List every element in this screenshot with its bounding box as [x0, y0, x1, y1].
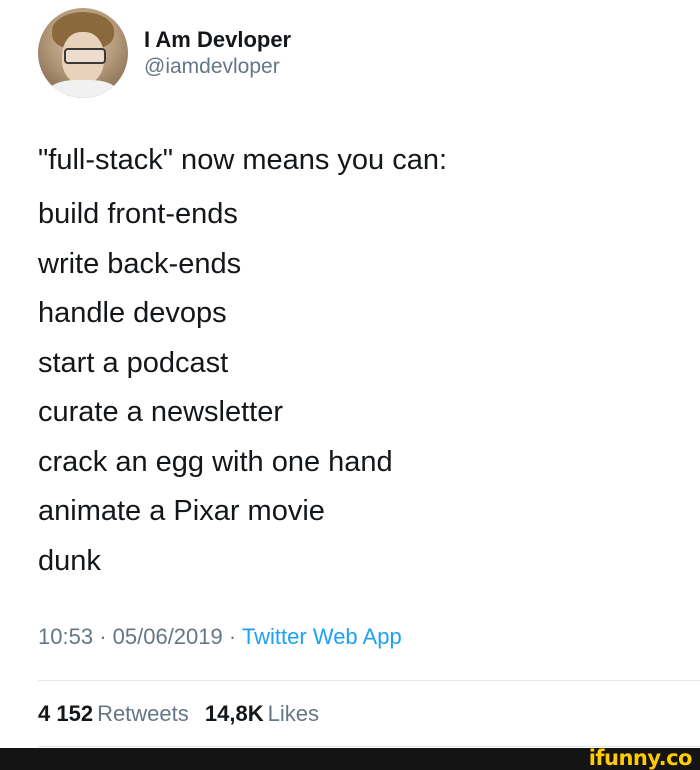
tweet-date[interactable]: 05/06/2019: [113, 624, 223, 649]
avatar[interactable]: [38, 8, 128, 98]
user-handle[interactable]: @iamdevloper: [144, 54, 291, 80]
meta-separator: ·: [228, 624, 237, 649]
tweet-card: I Am Devloper @iamdevloper "full-stack" …: [0, 0, 700, 748]
tweet-text: "full-stack" now means you can: build fr…: [38, 138, 447, 586]
tweet-stats: 4 152 Retweets 14,8K Likes: [38, 699, 329, 729]
tweet-line: animate a Pixar movie: [38, 495, 325, 527]
tweet-line: build front-ends: [38, 198, 238, 230]
tweet-line: curate a newsletter: [38, 396, 284, 428]
tweet-time[interactable]: 10:53: [38, 624, 93, 649]
likes-count[interactable]: 14,8K: [205, 701, 264, 726]
tweet-header: I Am Devloper @iamdevloper: [38, 8, 291, 98]
avatar-body: [48, 80, 118, 98]
tweet-line: handle devops: [38, 297, 227, 329]
tweet-line: start a podcast: [38, 346, 229, 379]
retweets-label[interactable]: Retweets: [97, 701, 189, 726]
avatar-glasses: [64, 48, 106, 64]
display-name[interactable]: I Am Devloper: [144, 26, 291, 54]
likes-label[interactable]: Likes: [268, 701, 319, 726]
meta-separator: ·: [99, 624, 107, 649]
retweets-count[interactable]: 4 152: [38, 701, 93, 726]
tweet-intro: "full-stack" now means you can:: [38, 144, 448, 176]
tweet-line: crack an egg with one hand: [38, 445, 393, 478]
divider: [38, 680, 700, 681]
tweet-line: dunk: [38, 544, 101, 577]
tweet-source-link[interactable]: Twitter Web App: [242, 624, 402, 649]
tweet-line: write back-ends: [38, 247, 242, 280]
tweet-meta: 10:53 · 05/06/2019 · Twitter Web App: [38, 622, 402, 652]
tweet-lines: build front-ends write back-ends handle …: [38, 190, 447, 586]
ifunny-watermark: ifunny.co: [588, 746, 693, 770]
author-names: I Am Devloper @iamdevloper: [144, 26, 291, 80]
